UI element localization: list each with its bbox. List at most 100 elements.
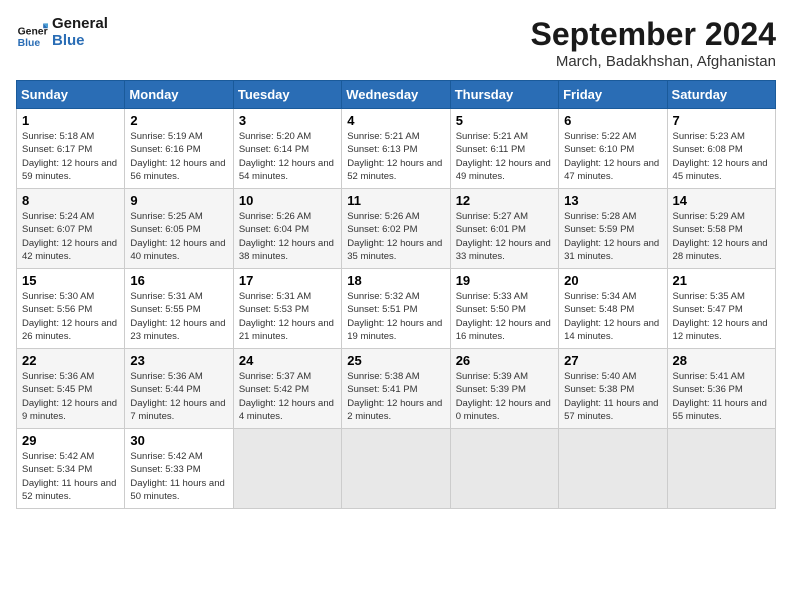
- day-info: Sunrise: 5:31 AMSunset: 5:55 PMDaylight:…: [130, 290, 227, 343]
- day-number: 22: [22, 353, 119, 368]
- calendar-cell: 1 Sunrise: 5:18 AMSunset: 6:17 PMDayligh…: [17, 109, 125, 189]
- calendar-cell: 14 Sunrise: 5:29 AMSunset: 5:58 PMDaylig…: [667, 189, 775, 269]
- calendar-cell: [233, 429, 341, 509]
- calendar-cell: 24 Sunrise: 5:37 AMSunset: 5:42 PMDaylig…: [233, 349, 341, 429]
- day-info: Sunrise: 5:34 AMSunset: 5:48 PMDaylight:…: [564, 290, 661, 343]
- day-info: Sunrise: 5:18 AMSunset: 6:17 PMDaylight:…: [22, 130, 119, 183]
- day-number: 29: [22, 433, 119, 448]
- day-number: 12: [456, 193, 553, 208]
- day-number: 11: [347, 193, 444, 208]
- calendar-cell: 12 Sunrise: 5:27 AMSunset: 6:01 PMDaylig…: [450, 189, 558, 269]
- svg-text:General: General: [18, 26, 48, 37]
- title-block: September 2024 March, Badakhshan, Afghan…: [531, 16, 776, 70]
- day-info: Sunrise: 5:41 AMSunset: 5:36 PMDaylight:…: [673, 370, 770, 423]
- logo-icon: General Blue: [16, 17, 48, 49]
- calendar-cell: 28 Sunrise: 5:41 AMSunset: 5:36 PMDaylig…: [667, 349, 775, 429]
- calendar-cell: 3 Sunrise: 5:20 AMSunset: 6:14 PMDayligh…: [233, 109, 341, 189]
- day-info: Sunrise: 5:39 AMSunset: 5:39 PMDaylight:…: [456, 370, 553, 423]
- day-number: 23: [130, 353, 227, 368]
- day-info: Sunrise: 5:27 AMSunset: 6:01 PMDaylight:…: [456, 210, 553, 263]
- logo-blue: Blue: [52, 33, 108, 50]
- calendar-cell: 22 Sunrise: 5:36 AMSunset: 5:45 PMDaylig…: [17, 349, 125, 429]
- calendar-cell: 26 Sunrise: 5:39 AMSunset: 5:39 PMDaylig…: [450, 349, 558, 429]
- column-header-friday: Friday: [559, 81, 667, 109]
- calendar-cell: 4 Sunrise: 5:21 AMSunset: 6:13 PMDayligh…: [342, 109, 450, 189]
- column-header-tuesday: Tuesday: [233, 81, 341, 109]
- day-number: 9: [130, 193, 227, 208]
- day-info: Sunrise: 5:42 AMSunset: 5:34 PMDaylight:…: [22, 450, 119, 503]
- day-info: Sunrise: 5:35 AMSunset: 5:47 PMDaylight:…: [673, 290, 770, 343]
- column-header-thursday: Thursday: [450, 81, 558, 109]
- logo-general: General: [52, 16, 108, 33]
- day-info: Sunrise: 5:25 AMSunset: 6:05 PMDaylight:…: [130, 210, 227, 263]
- location-subtitle: March, Badakhshan, Afghanistan: [531, 53, 776, 70]
- day-info: Sunrise: 5:36 AMSunset: 5:45 PMDaylight:…: [22, 370, 119, 423]
- column-header-saturday: Saturday: [667, 81, 775, 109]
- day-number: 21: [673, 273, 770, 288]
- calendar-cell: 7 Sunrise: 5:23 AMSunset: 6:08 PMDayligh…: [667, 109, 775, 189]
- calendar-cell: [342, 429, 450, 509]
- calendar-cell: 25 Sunrise: 5:38 AMSunset: 5:41 PMDaylig…: [342, 349, 450, 429]
- day-info: Sunrise: 5:29 AMSunset: 5:58 PMDaylight:…: [673, 210, 770, 263]
- day-number: 24: [239, 353, 336, 368]
- calendar-cell: 18 Sunrise: 5:32 AMSunset: 5:51 PMDaylig…: [342, 269, 450, 349]
- day-number: 16: [130, 273, 227, 288]
- day-info: Sunrise: 5:22 AMSunset: 6:10 PMDaylight:…: [564, 130, 661, 183]
- day-info: Sunrise: 5:21 AMSunset: 6:11 PMDaylight:…: [456, 130, 553, 183]
- day-number: 28: [673, 353, 770, 368]
- day-number: 13: [564, 193, 661, 208]
- calendar-cell: 11 Sunrise: 5:26 AMSunset: 6:02 PMDaylig…: [342, 189, 450, 269]
- day-info: Sunrise: 5:21 AMSunset: 6:13 PMDaylight:…: [347, 130, 444, 183]
- day-info: Sunrise: 5:36 AMSunset: 5:44 PMDaylight:…: [130, 370, 227, 423]
- calendar-cell: 20 Sunrise: 5:34 AMSunset: 5:48 PMDaylig…: [559, 269, 667, 349]
- day-info: Sunrise: 5:26 AMSunset: 6:04 PMDaylight:…: [239, 210, 336, 263]
- calendar-cell: 10 Sunrise: 5:26 AMSunset: 6:04 PMDaylig…: [233, 189, 341, 269]
- calendar-cell: 15 Sunrise: 5:30 AMSunset: 5:56 PMDaylig…: [17, 269, 125, 349]
- calendar-cell: 30 Sunrise: 5:42 AMSunset: 5:33 PMDaylig…: [125, 429, 233, 509]
- day-info: Sunrise: 5:20 AMSunset: 6:14 PMDaylight:…: [239, 130, 336, 183]
- calendar-cell: 29 Sunrise: 5:42 AMSunset: 5:34 PMDaylig…: [17, 429, 125, 509]
- calendar-cell: 19 Sunrise: 5:33 AMSunset: 5:50 PMDaylig…: [450, 269, 558, 349]
- calendar-cell: 2 Sunrise: 5:19 AMSunset: 6:16 PMDayligh…: [125, 109, 233, 189]
- svg-text:Blue: Blue: [18, 37, 41, 48]
- day-number: 25: [347, 353, 444, 368]
- calendar-cell: [450, 429, 558, 509]
- calendar-cell: 5 Sunrise: 5:21 AMSunset: 6:11 PMDayligh…: [450, 109, 558, 189]
- column-header-wednesday: Wednesday: [342, 81, 450, 109]
- day-number: 7: [673, 113, 770, 128]
- logo: General Blue General Blue: [16, 16, 108, 49]
- calendar-cell: [559, 429, 667, 509]
- day-info: Sunrise: 5:38 AMSunset: 5:41 PMDaylight:…: [347, 370, 444, 423]
- calendar-cell: 23 Sunrise: 5:36 AMSunset: 5:44 PMDaylig…: [125, 349, 233, 429]
- day-info: Sunrise: 5:33 AMSunset: 5:50 PMDaylight:…: [456, 290, 553, 343]
- day-info: Sunrise: 5:24 AMSunset: 6:07 PMDaylight:…: [22, 210, 119, 263]
- day-number: 18: [347, 273, 444, 288]
- day-number: 26: [456, 353, 553, 368]
- day-number: 14: [673, 193, 770, 208]
- day-number: 2: [130, 113, 227, 128]
- day-number: 10: [239, 193, 336, 208]
- day-number: 15: [22, 273, 119, 288]
- calendar-cell: 21 Sunrise: 5:35 AMSunset: 5:47 PMDaylig…: [667, 269, 775, 349]
- calendar-cell: 16 Sunrise: 5:31 AMSunset: 5:55 PMDaylig…: [125, 269, 233, 349]
- day-number: 6: [564, 113, 661, 128]
- day-number: 3: [239, 113, 336, 128]
- calendar-cell: 17 Sunrise: 5:31 AMSunset: 5:53 PMDaylig…: [233, 269, 341, 349]
- calendar-cell: 9 Sunrise: 5:25 AMSunset: 6:05 PMDayligh…: [125, 189, 233, 269]
- day-number: 1: [22, 113, 119, 128]
- day-number: 30: [130, 433, 227, 448]
- calendar-cell: 13 Sunrise: 5:28 AMSunset: 5:59 PMDaylig…: [559, 189, 667, 269]
- calendar-table: SundayMondayTuesdayWednesdayThursdayFrid…: [16, 80, 776, 509]
- day-number: 5: [456, 113, 553, 128]
- day-info: Sunrise: 5:19 AMSunset: 6:16 PMDaylight:…: [130, 130, 227, 183]
- day-info: Sunrise: 5:37 AMSunset: 5:42 PMDaylight:…: [239, 370, 336, 423]
- day-info: Sunrise: 5:26 AMSunset: 6:02 PMDaylight:…: [347, 210, 444, 263]
- day-number: 20: [564, 273, 661, 288]
- day-number: 8: [22, 193, 119, 208]
- calendar-cell: 8 Sunrise: 5:24 AMSunset: 6:07 PMDayligh…: [17, 189, 125, 269]
- calendar-cell: 27 Sunrise: 5:40 AMSunset: 5:38 PMDaylig…: [559, 349, 667, 429]
- calendar-cell: 6 Sunrise: 5:22 AMSunset: 6:10 PMDayligh…: [559, 109, 667, 189]
- column-header-monday: Monday: [125, 81, 233, 109]
- day-info: Sunrise: 5:23 AMSunset: 6:08 PMDaylight:…: [673, 130, 770, 183]
- day-info: Sunrise: 5:32 AMSunset: 5:51 PMDaylight:…: [347, 290, 444, 343]
